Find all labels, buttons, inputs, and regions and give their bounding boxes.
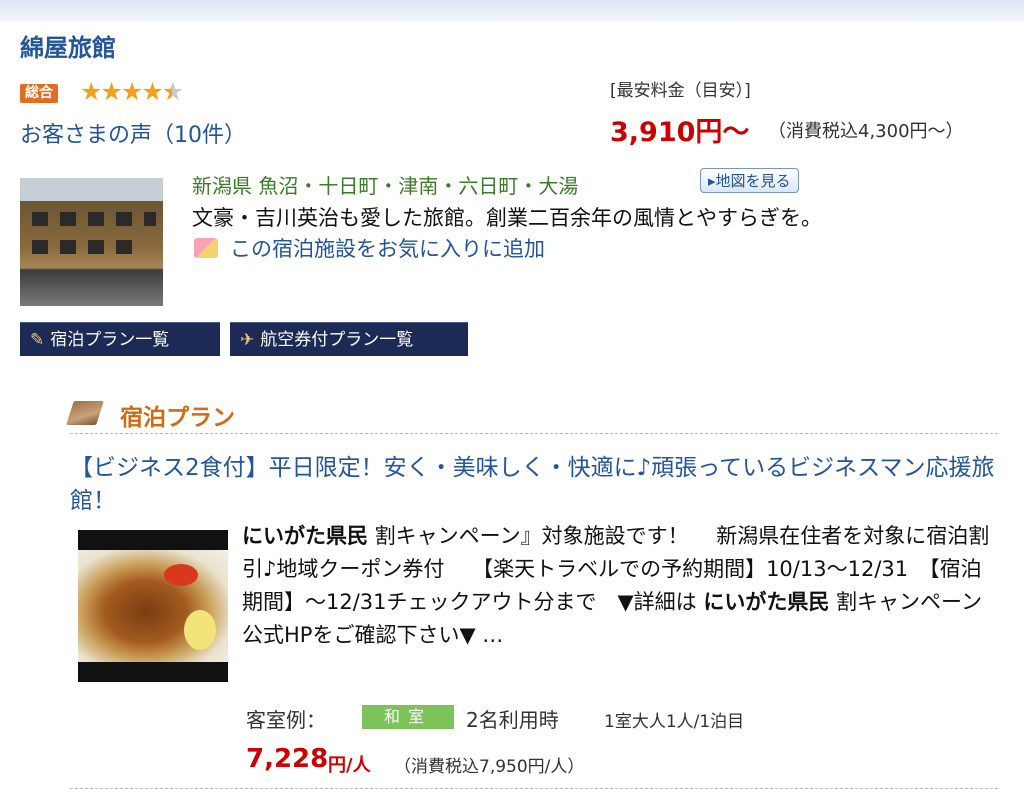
add-to-favorites-link[interactable]: この宿泊施設をお気に入りに追加 xyxy=(230,233,545,263)
room-example-label: 客室例： xyxy=(246,708,326,732)
divider xyxy=(70,788,998,789)
plan-title-link[interactable]: 【ビジネス2食付】平日限定！安く・美味しく・快適に♪頑張っているビジネスマン応援… xyxy=(70,452,1000,518)
desc-bold-1: にいがた県民 xyxy=(242,524,368,548)
half-star-icon: ★ xyxy=(161,77,184,106)
divider xyxy=(70,433,998,434)
favorite-icon[interactable] xyxy=(194,238,218,258)
overall-rating-badge: 総合 xyxy=(20,84,58,103)
star-icon: ★ xyxy=(141,77,163,106)
hotel-location: 新潟県 魚沼・十日町・津南・六日町・大湯 xyxy=(192,174,579,198)
plan-price-unit: 円/人 xyxy=(328,755,371,776)
stay-plans-button[interactable]: ✎ 宿泊プラン一覧 xyxy=(20,322,220,356)
lowest-price: 3,910円〜 xyxy=(610,117,750,148)
plan-description: にいがた県民 割キャンペーン』対象施設です！ 新潟県在住者を対象に宿泊割引♪地域… xyxy=(242,520,1002,652)
star-icon: ★ xyxy=(100,77,122,106)
stay-plan-icon xyxy=(66,401,104,425)
hotel-name-link[interactable]: 綿屋旅館 xyxy=(20,28,116,63)
pen-icon: ✎ xyxy=(30,330,45,350)
plan-price: 7,228 xyxy=(246,744,329,774)
lemon-shape xyxy=(184,610,216,650)
reviews-link[interactable]: お客さまの声（10件） xyxy=(20,117,246,149)
air-plans-label: 航空券付プラン一覧 xyxy=(260,330,414,350)
star-icon: ★ xyxy=(80,77,102,106)
hotel-photo[interactable] xyxy=(20,178,163,306)
room-basis: 1室大人1人/1泊目 xyxy=(604,712,745,732)
lowest-price-label: [最安料金（目安）] xyxy=(610,81,751,101)
room-occupancy: 2名利用時 xyxy=(466,708,559,732)
top-bar xyxy=(0,0,1024,22)
plan-photo[interactable] xyxy=(78,530,228,682)
rating-stars: ★★★★★ xyxy=(80,77,184,106)
plan-price-tax: （消費税込7,950円/人） xyxy=(394,757,585,777)
hotel-catch-copy: 文豪・吉川英治も愛した旅館。創業二百余年の風情とやすらぎを。 xyxy=(192,206,822,230)
map-button[interactable]: ▸地図を見る xyxy=(700,168,799,193)
stay-plans-label: 宿泊プラン一覧 xyxy=(50,330,170,350)
airplane-icon: ✈ xyxy=(240,330,255,350)
desc-bold-2: にいがた県民 xyxy=(703,590,830,614)
food-image xyxy=(78,550,228,662)
lowest-price-tax: （消費税込4,300円〜） xyxy=(768,121,964,142)
tomato-shape xyxy=(164,564,198,586)
air-plans-button[interactable]: ✈ 航空券付プラン一覧 xyxy=(230,322,468,356)
room-type-badge: 和室 xyxy=(362,705,454,729)
star-icon: ★ xyxy=(120,77,143,106)
section-title: 宿泊プラン xyxy=(120,405,235,431)
